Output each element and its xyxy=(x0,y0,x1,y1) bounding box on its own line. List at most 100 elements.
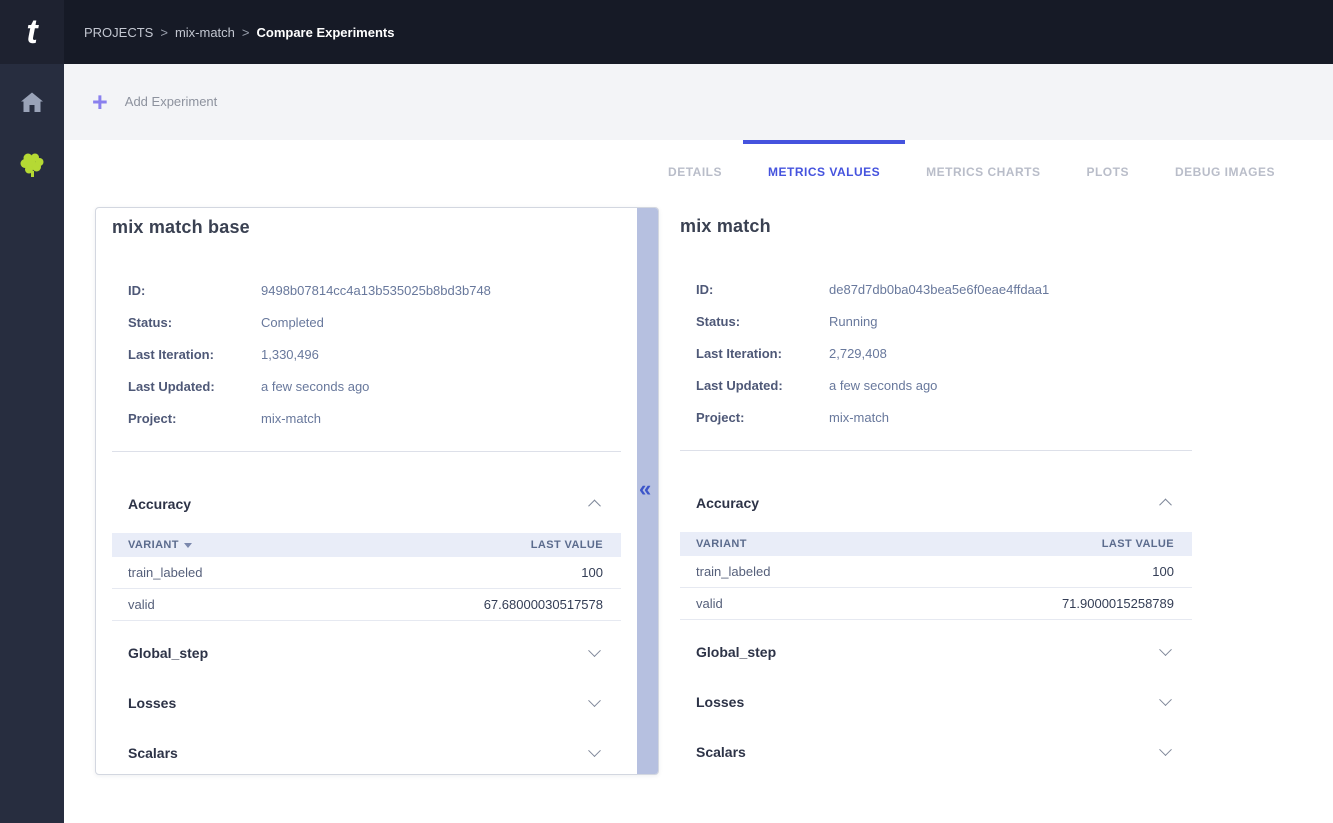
table-row: valid 67.68000030517578 xyxy=(112,589,621,621)
field-last-updated-value: a few seconds ago xyxy=(829,378,937,393)
field-id-label: ID: xyxy=(128,283,261,298)
breadcrumb-separator: > xyxy=(160,25,168,40)
field-project: Project: mix-match xyxy=(696,410,1192,425)
add-experiment-button[interactable]: + Add Experiment xyxy=(92,90,217,114)
field-status: Status: Running xyxy=(696,314,1192,329)
field-last-updated-label: Last Updated: xyxy=(128,379,261,394)
table-row: train_labeled 100 xyxy=(680,556,1192,588)
sort-descending-icon xyxy=(184,543,192,548)
column-header-variant-label: VARIANT xyxy=(128,539,179,551)
section-losses[interactable]: Losses xyxy=(128,695,599,711)
home-icon-glyph xyxy=(20,91,44,113)
tab-debug-images[interactable]: DEBUG IMAGES xyxy=(1175,140,1275,204)
variant-cell: valid xyxy=(680,588,896,620)
table-row: train_labeled 100 xyxy=(112,557,621,589)
breadcrumb-current-page: Compare Experiments xyxy=(256,25,394,40)
field-last-updated: Last Updated: a few seconds ago xyxy=(696,378,1192,393)
chevron-up-icon xyxy=(588,499,601,512)
field-id-value: 9498b07814cc4a13b535025b8bd3b748 xyxy=(261,283,491,298)
section-global-step-label: Global_step xyxy=(128,645,208,661)
field-project: Project: mix-match xyxy=(128,411,621,426)
section-scalars[interactable]: Scalars xyxy=(696,744,1170,760)
field-id-value: de87d7db0ba043bea5e6f0eae4ffdaa1 xyxy=(829,282,1049,297)
app-root: t PROJECTS > mix-match > Compare Experim… xyxy=(0,0,1333,823)
home-icon[interactable] xyxy=(17,88,47,116)
field-status-label: Status: xyxy=(696,314,829,329)
chevron-down-icon xyxy=(588,694,601,707)
accuracy-table: VARIANT LAST VALUE train_labeled 100 val… xyxy=(112,533,621,621)
tab-metrics-charts[interactable]: METRICS CHARTS xyxy=(926,140,1040,204)
accuracy-table-header-row: VARIANT LAST VALUE xyxy=(112,533,621,557)
plus-icon: + xyxy=(92,90,108,114)
card-scrollbar[interactable]: « xyxy=(637,208,658,774)
section-losses-label: Losses xyxy=(128,695,176,711)
field-status-value: Running xyxy=(829,314,877,329)
column-header-last-value[interactable]: LAST VALUE xyxy=(321,533,621,557)
divider xyxy=(680,450,1192,451)
field-status: Status: Completed xyxy=(128,315,621,330)
section-global-step[interactable]: Global_step xyxy=(696,644,1170,660)
last-value-cell: 100 xyxy=(321,557,621,589)
chevron-up-icon xyxy=(1159,498,1172,511)
collapse-panel-button[interactable]: « xyxy=(639,478,651,500)
tab-bar: DETAILS METRICS VALUES METRICS CHARTS PL… xyxy=(64,140,1333,204)
section-scalars-label: Scalars xyxy=(128,745,178,761)
last-value-cell: 71.9000015258789 xyxy=(896,588,1192,620)
experiment-card-base: mix match base ID: 9498b07814cc4a13b5350… xyxy=(95,207,659,775)
experiment-info-fields: ID: 9498b07814cc4a13b535025b8bd3b748 Sta… xyxy=(128,283,621,426)
breadcrumb-projects[interactable]: PROJECTS xyxy=(84,25,153,40)
section-scalars-label: Scalars xyxy=(696,744,746,760)
toolbar: + Add Experiment xyxy=(64,64,1333,140)
top-bar: t PROJECTS > mix-match > Compare Experim… xyxy=(0,0,1333,64)
brain-icon[interactable] xyxy=(17,150,47,178)
variant-cell: train_labeled xyxy=(680,556,896,588)
variant-cell: valid xyxy=(112,589,321,621)
breadcrumb-project-name[interactable]: mix-match xyxy=(175,25,235,40)
accuracy-table-header-row: VARIANT LAST VALUE xyxy=(680,532,1192,556)
field-last-iteration: Last Iteration: 2,729,408 xyxy=(696,346,1192,361)
section-scalars[interactable]: Scalars xyxy=(128,745,599,761)
field-last-iteration-label: Last Iteration: xyxy=(128,347,261,362)
variant-cell: train_labeled xyxy=(112,557,321,589)
column-header-last-value[interactable]: LAST VALUE xyxy=(896,532,1192,556)
last-value-cell: 67.68000030517578 xyxy=(321,589,621,621)
chevron-down-icon xyxy=(1159,743,1172,756)
tab-metrics-values[interactable]: METRICS VALUES xyxy=(768,140,880,204)
app-logo[interactable]: t xyxy=(0,0,64,64)
last-value-cell: 100 xyxy=(896,556,1192,588)
breadcrumb: PROJECTS > mix-match > Compare Experimen… xyxy=(84,25,394,40)
section-accuracy-label: Accuracy xyxy=(128,496,191,512)
section-accuracy-label: Accuracy xyxy=(696,495,759,511)
column-header-variant[interactable]: VARIANT xyxy=(112,533,321,557)
chevron-down-icon xyxy=(588,744,601,757)
table-row: valid 71.9000015258789 xyxy=(680,588,1192,620)
chevron-down-icon xyxy=(1159,693,1172,706)
field-project-label: Project: xyxy=(696,410,829,425)
tab-plots[interactable]: PLOTS xyxy=(1086,140,1129,204)
field-last-iteration: Last Iteration: 1,330,496 xyxy=(128,347,621,362)
experiment-card-compared: mix match ID: de87d7db0ba043bea5e6f0eae4… xyxy=(680,207,1192,769)
section-losses-label: Losses xyxy=(696,694,744,710)
chevron-down-icon xyxy=(1159,643,1172,656)
column-header-variant[interactable]: VARIANT xyxy=(680,532,896,556)
section-global-step-label: Global_step xyxy=(696,644,776,660)
divider xyxy=(112,451,621,452)
section-accuracy[interactable]: Accuracy xyxy=(128,496,599,512)
field-last-iteration-value: 2,729,408 xyxy=(829,346,887,361)
experiment-card-base-content: mix match base ID: 9498b07814cc4a13b5350… xyxy=(96,208,637,774)
section-losses[interactable]: Losses xyxy=(696,694,1170,710)
tab-details[interactable]: DETAILS xyxy=(668,140,722,204)
section-accuracy[interactable]: Accuracy xyxy=(696,495,1170,511)
brain-icon-glyph xyxy=(17,151,47,178)
add-experiment-label: Add Experiment xyxy=(125,94,218,109)
field-id: ID: 9498b07814cc4a13b535025b8bd3b748 xyxy=(128,283,621,298)
compare-panel: mix match base ID: 9498b07814cc4a13b5350… xyxy=(95,207,1333,775)
field-project-label: Project: xyxy=(128,411,261,426)
section-global-step[interactable]: Global_step xyxy=(128,645,599,661)
field-status-label: Status: xyxy=(128,315,261,330)
field-last-updated-label: Last Updated: xyxy=(696,378,829,393)
accuracy-table: VARIANT LAST VALUE train_labeled 100 val… xyxy=(680,532,1192,620)
field-id-label: ID: xyxy=(696,282,829,297)
logo-letter: t xyxy=(26,15,37,49)
experiment-title: mix match xyxy=(680,216,1192,237)
